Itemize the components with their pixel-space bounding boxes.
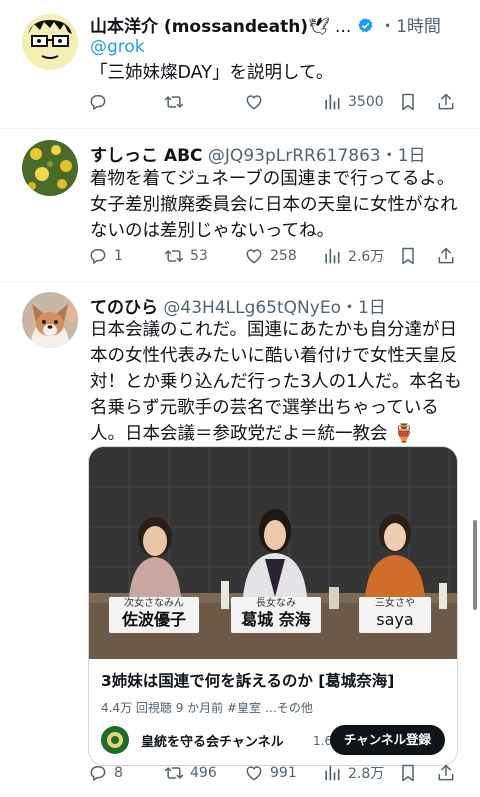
channel-avatar-icon[interactable] <box>101 726 129 754</box>
avatar[interactable] <box>22 14 78 70</box>
name-caption-1: 次女さなみん 佐波優子 <box>109 597 199 633</box>
video-thumbnail[interactable]: 次女さなみん 佐波優子 長女なみ 葛城 奈海 三女さや saya <box>89 447 457 659</box>
repost-button[interactable] <box>164 92 184 112</box>
subscribe-button[interactable]: チャンネル登録 <box>329 725 445 755</box>
share-button[interactable] <box>436 246 456 266</box>
bar-chart-icon <box>322 246 342 266</box>
share-icon <box>436 92 456 112</box>
post-text: 「三姉妹燦DAY」を説明して。 <box>90 63 334 83</box>
bar-chart-icon <box>322 763 342 783</box>
post-1[interactable]: 山本洋介 (mossandeath)🕊 ... ・1時間 @grok 「三姉妹燦… <box>0 0 480 130</box>
heart-icon <box>244 246 264 266</box>
reply-button[interactable]: 1 <box>88 246 123 266</box>
views-count: 2.6万 <box>348 249 385 265</box>
avatar[interactable] <box>22 140 78 196</box>
author-name[interactable]: てのひら <box>90 298 158 318</box>
reply-icon <box>88 92 108 112</box>
bar-chart-icon <box>322 92 342 112</box>
repost-icon <box>164 92 184 112</box>
views-count: 2.8万 <box>348 766 385 782</box>
bookmark-icon <box>398 92 418 112</box>
caption-name: saya <box>376 610 414 629</box>
reply-button[interactable] <box>88 92 108 112</box>
author-name[interactable]: すしっこ ABC <box>90 146 203 166</box>
repost-count: 53 <box>190 248 208 264</box>
caption-role: 次女さなみん <box>124 598 184 609</box>
video-title[interactable]: 3姉妹は国連で何を訴えるのか [葛城奈海] <box>101 669 394 691</box>
views-count: 3500 <box>348 94 384 110</box>
verified-badge-icon <box>357 18 373 33</box>
action-bar: 8 496 991 2.8万 <box>88 763 458 787</box>
video-card[interactable]: 次女さなみん 佐波優子 長女なみ 葛城 奈海 三女さや saya 3姉妹は国連で… <box>88 446 458 766</box>
author-name[interactable]: 山本洋介 (mossandeath) <box>90 17 308 37</box>
heart-icon <box>244 763 264 783</box>
avatar[interactable] <box>22 292 78 348</box>
like-button[interactable]: 991 <box>244 763 297 783</box>
channel-row: 皇統を守る会チャンネル 1.62万 チャンネル登録 <box>101 725 445 755</box>
like-count: 991 <box>270 765 297 781</box>
reply-icon <box>88 763 108 783</box>
post-time[interactable]: ・1時間 <box>379 17 441 37</box>
repost-icon <box>164 763 184 783</box>
author-handle[interactable]: @43H4LLg65tQNyEo・1日 <box>163 298 385 318</box>
post-3[interactable]: てのひら @43H4LLg65tQNyEo・1日 日本会議のこれだ。国連にあたか… <box>0 282 480 797</box>
name-suffix: 🕊 ... <box>308 17 352 37</box>
name-caption-3: 三女さや saya <box>359 597 431 633</box>
caption-role: 三女さや <box>375 598 415 609</box>
post-text: 着物を着てジュネーブの国連まで行ってるよ。女子差別撤廃委員会に日本の天皇に女性が… <box>90 169 458 241</box>
bookmark-icon <box>398 763 418 783</box>
action-bar: 3500 <box>88 92 458 116</box>
views-button[interactable]: 3500 <box>322 92 384 112</box>
action-bar: 1 53 258 2.6万 <box>88 246 458 270</box>
views-button[interactable]: 2.6万 <box>322 246 384 266</box>
caption-name: 佐波優子 <box>121 610 186 629</box>
video-meta: 4.4万 回視聴 9 か月前 #皇室 …その他 <box>101 701 313 715</box>
caption-name: 葛城 奈海 <box>241 610 311 629</box>
repost-button[interactable]: 496 <box>164 763 217 783</box>
like-count: 258 <box>270 248 297 264</box>
repost-icon <box>164 246 184 266</box>
author-handle[interactable]: @JQ93pLrRR617863・1日 <box>208 146 426 166</box>
reply-icon <box>88 246 108 266</box>
like-button[interactable] <box>244 92 264 112</box>
post-header: てのひら @43H4LLg65tQNyEo・1日 <box>90 293 386 318</box>
name-caption-2: 長女なみ 葛城 奈海 <box>231 597 321 633</box>
bookmark-icon <box>398 246 418 266</box>
channel-name[interactable]: 皇統を守る会チャンネル <box>141 731 284 750</box>
post-header: 山本洋介 (mossandeath)🕊 ... ・1時間 <box>90 12 441 37</box>
bookmark-button[interactable] <box>398 92 418 112</box>
reply-count: 8 <box>114 765 123 781</box>
views-button[interactable]: 2.8万 <box>322 763 384 783</box>
like-button[interactable]: 258 <box>244 246 297 266</box>
reply-count: 1 <box>114 248 123 264</box>
reply-mention[interactable]: @grok <box>90 37 145 57</box>
scrollbar[interactable] <box>473 520 477 610</box>
bookmark-button[interactable] <box>398 246 418 266</box>
share-icon <box>436 763 456 783</box>
share-button[interactable] <box>436 763 456 783</box>
repost-count: 496 <box>190 765 217 781</box>
share-icon <box>436 246 456 266</box>
post-header: すしっこ ABC @JQ93pLrRR617863・1日 <box>90 141 426 166</box>
bookmark-button[interactable] <box>398 763 418 783</box>
reply-button[interactable]: 8 <box>88 763 123 783</box>
post-2[interactable]: すしっこ ABC @JQ93pLrRR617863・1日 着物を着てジュネーブの… <box>0 129 480 281</box>
heart-icon <box>244 92 264 112</box>
post-text: 日本会議のこれだ。国連にあたかも自分達が日本の女性代表みたいに酷い着付けで女性天… <box>90 320 462 444</box>
repost-button[interactable]: 53 <box>164 246 208 266</box>
share-button[interactable] <box>436 92 456 112</box>
caption-role: 長女なみ <box>256 598 296 609</box>
